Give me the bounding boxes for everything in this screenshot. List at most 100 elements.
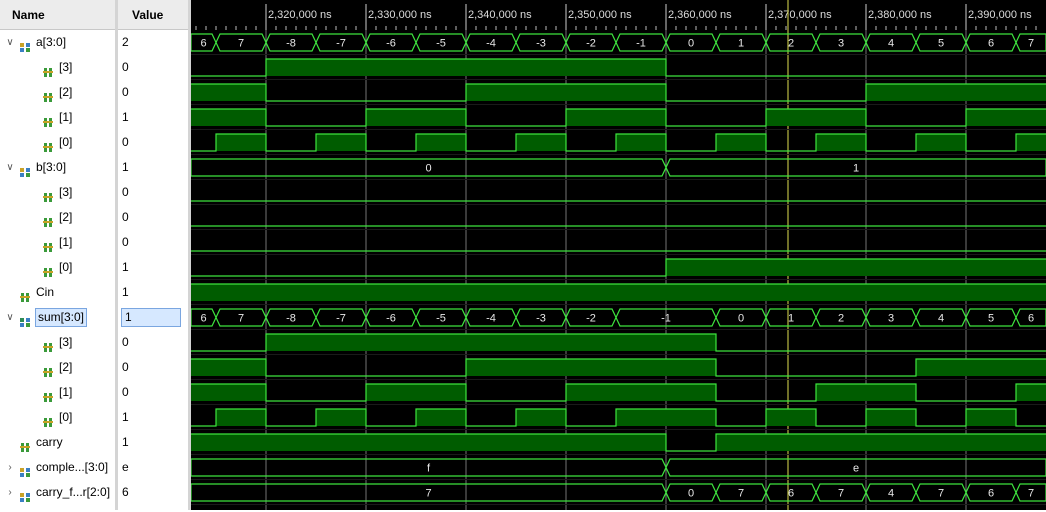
signal-row[interactable]: [1] [0,230,115,255]
collapse-toggle[interactable]: ∨ [4,155,16,180]
time-label: 2,390,000 ns [968,9,1032,21]
bus-value-label: 1 [788,313,794,325]
signal-row[interactable]: [0] [0,130,115,155]
expand-toggle[interactable]: › [4,480,16,505]
bit-high-fill [866,434,916,451]
signal-row[interactable]: Cin [0,280,115,305]
bit-high-fill [316,134,366,151]
bit-high-fill [966,84,1016,101]
signal-value: 0 [122,135,129,149]
value-row[interactable]: 0 [118,355,188,380]
bit-high-fill [916,434,966,451]
signal-name: [2] [59,85,73,99]
bit-high-fill [1016,384,1046,401]
value-row[interactable]: 1 [118,155,188,180]
value-row[interactable]: 2 [118,30,188,55]
value-row[interactable]: 0 [118,80,188,105]
signal-row[interactable]: [3] [0,180,115,205]
bit-high-fill [316,59,366,76]
time-label: 2,360,000 ns [668,9,732,21]
bit-high-fill [716,434,766,451]
bus-value-label: -3 [536,38,546,50]
bus-value-label: -5 [436,313,446,325]
bus-value-label: 1 [853,163,859,175]
bit-high-fill [266,334,316,351]
bit-high-fill [191,384,216,401]
bus-icon [20,312,31,327]
bit-high-fill [1016,284,1046,301]
bus-value-label: 5 [988,313,994,325]
signal-row[interactable]: ∨ a[3:0] [0,30,115,55]
signal-row[interactable]: [3] [0,55,115,80]
signal-row[interactable]: [3] [0,330,115,355]
waveform-canvas[interactable]: 2,320,000 ns 2,330,000 ns 2,340,000 ns 2,35… [191,0,1046,510]
bus-icon [20,162,31,177]
bit-high-fill [816,434,866,451]
bit-high-fill [566,359,616,376]
signal-row[interactable]: [1] [0,105,115,130]
signal-row[interactable]: [0] [0,405,115,430]
signal-name: carry [36,435,63,449]
bus-value-label: 7 [238,313,244,325]
bus-value-label: 6 [788,488,794,500]
value-row[interactable]: 0 [118,180,188,205]
value-row[interactable]: 0 [118,380,188,405]
signal-row[interactable]: › comple...[3:0] [0,455,115,480]
bit-high-fill [566,284,616,301]
signal-row[interactable]: [2] [0,80,115,105]
value-row[interactable]: 0 [118,230,188,255]
bit-icon [20,437,31,452]
signal-name: carry_f...r[2:0] [36,485,111,499]
signal-value: 6 [122,485,129,499]
bit-high-fill [1016,134,1046,151]
bit-high-fill [566,59,616,76]
signal-name-panel: Name ∨ a[3:0] [3] [2] [1] [0] ∨ b[3:0] [3] [2] [1]… [0,0,115,510]
value-row[interactable]: 1 [118,255,188,280]
signal-row[interactable]: ∨ sum[3:0] [0,305,115,330]
signal-row[interactable]: › carry_f...r[2:0] [0,480,115,505]
bus-value-label: 6 [200,38,206,50]
bus-value-label: f [427,463,431,475]
bit-high-fill [666,284,716,301]
value-row[interactable]: 6 [118,480,188,505]
collapse-toggle[interactable]: ∨ [4,305,16,330]
signal-row[interactable]: [2] [0,205,115,230]
value-row[interactable]: 1 [118,105,188,130]
bit-high-fill [566,84,616,101]
value-row[interactable]: 1 [118,405,188,430]
bit-high-fill [666,334,716,351]
signal-row[interactable]: ∨ b[3:0] [0,155,115,180]
bit-high-fill [516,359,566,376]
value-row[interactable]: 0 [118,330,188,355]
bus-value-label: -4 [486,38,496,50]
value-row[interactable]: 1 [118,280,188,305]
bit-high-fill [516,84,566,101]
value-row[interactable]: 1 [118,430,188,455]
bit-icon [43,62,54,77]
expand-toggle[interactable]: › [4,455,16,480]
bus-value-label: 6 [1028,313,1034,325]
value-row[interactable]: e [118,455,188,480]
value-row[interactable]: 0 [118,205,188,230]
signal-row[interactable]: [1] [0,380,115,405]
bit-high-fill [666,409,716,426]
signal-row[interactable]: carry [0,430,115,455]
value-row[interactable]: 0 [118,130,188,155]
value-row[interactable]: 1 [118,305,188,330]
bus-value-label: -4 [486,313,496,325]
bit-high-fill [766,409,816,426]
bit-high-fill [666,359,716,376]
name-column-header[interactable]: Name [0,0,115,30]
bit-high-fill [416,434,466,451]
bit-high-fill [366,384,416,401]
bus-value-label: -1 [636,38,646,50]
collapse-toggle[interactable]: ∨ [4,30,16,55]
bit-high-fill [616,384,666,401]
value-column-header[interactable]: Value [118,0,188,30]
signal-row[interactable]: [0] [0,255,115,280]
value-row[interactable]: 0 [118,55,188,80]
bit-high-fill [216,134,266,151]
signal-value: 0 [122,235,129,249]
signal-name: [3] [59,60,73,74]
signal-row[interactable]: [2] [0,355,115,380]
